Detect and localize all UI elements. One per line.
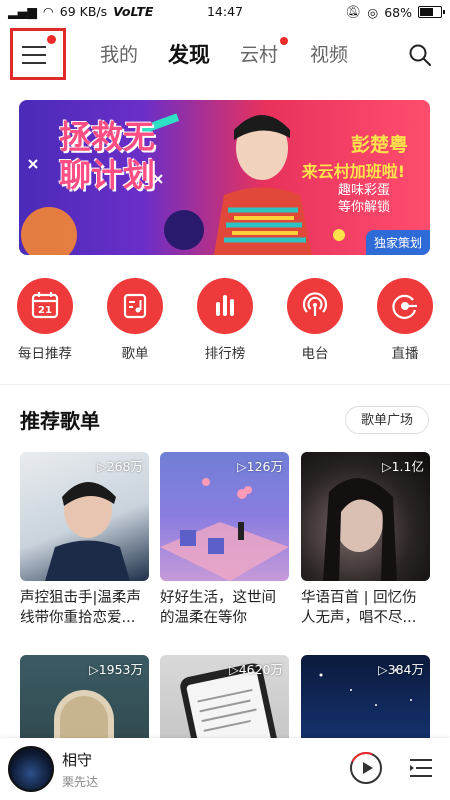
song-title: 相守 bbox=[62, 751, 93, 769]
battery-percent: 68% bbox=[384, 4, 412, 20]
alarm-icon: ◎ bbox=[367, 4, 379, 20]
playlist-cover: ▷268万 bbox=[20, 452, 149, 581]
banner-left-text: 拯救无聊计划 bbox=[59, 118, 156, 194]
banner-name: 彭楚粤 bbox=[350, 134, 408, 156]
menu-button[interactable] bbox=[10, 28, 66, 80]
banner-sub-line: 趣味彩蛋 bbox=[337, 183, 390, 198]
menu-icon-bar bbox=[22, 62, 46, 64]
play-count-value: 384万 bbox=[387, 662, 424, 677]
play-count: ▷1.1亿 bbox=[381, 459, 424, 474]
live-icon bbox=[392, 294, 417, 319]
album-art bbox=[8, 746, 54, 792]
banner-headline: 来云村加班啦! bbox=[301, 162, 405, 181]
quick-entries: 21 每日推荐 歌单 排行榜 电台 直播 bbox=[0, 278, 450, 368]
playlist-icon bbox=[123, 293, 147, 319]
radio-icon bbox=[302, 292, 328, 316]
bell-mute-icon: 🔕︎ bbox=[345, 4, 362, 19]
play-count: ▷1953万 bbox=[89, 662, 143, 677]
quick-daily-recommend[interactable]: 21 每日推荐 bbox=[10, 278, 80, 362]
mini-player[interactable]: 相守 栗先达 bbox=[0, 738, 450, 800]
banner-sub: 趣味彩蛋 等你解锁 bbox=[338, 182, 390, 216]
quick-circle bbox=[377, 278, 433, 334]
quick-live[interactable]: 直播 bbox=[370, 278, 440, 362]
play-count-value: 1953万 bbox=[98, 662, 143, 677]
banner-tag: 独家策划 bbox=[365, 230, 430, 255]
top-nav: 我的 发现 云村 视频 bbox=[0, 28, 450, 82]
tab-discover[interactable]: 发现 bbox=[168, 39, 210, 69]
playlist-title: 华语百首 | 回忆伤人无声，唱不尽... bbox=[301, 590, 417, 626]
play-count: ▷268万 bbox=[97, 459, 143, 474]
calendar-date: 21 bbox=[38, 305, 52, 316]
menu-icon-bar bbox=[22, 46, 46, 48]
tab-label: 云村 bbox=[240, 44, 279, 66]
quick-circle bbox=[107, 278, 163, 334]
play-count-value: 1.1亿 bbox=[391, 459, 424, 474]
play-count: ▷4620万 bbox=[229, 662, 283, 677]
battery-icon bbox=[418, 6, 445, 18]
artist-name: 栗先达 bbox=[62, 775, 99, 789]
notification-dot bbox=[280, 37, 289, 45]
playlist-card[interactable]: ▷126万 好好生活，这世间的温柔在等你 bbox=[160, 452, 289, 628]
play-count-value: 4620万 bbox=[238, 662, 283, 677]
playlist-card[interactable]: ▷1.1亿 华语百首 | 回忆伤人无声，唱不尽... bbox=[301, 452, 430, 628]
status-bar: ▂▄▆ ◠ 69 KB/s VoLTE 14:47 🔕︎ ◎ 68% bbox=[0, 0, 450, 24]
play-count-value: 126万 bbox=[246, 459, 283, 474]
play-count: ▷384万 bbox=[378, 662, 424, 677]
playlist-square-button[interactable]: 歌单广场 bbox=[345, 406, 429, 434]
search-icon[interactable] bbox=[408, 43, 432, 67]
playlist-card[interactable]: ▷268万 声控狙击手|温柔声线带你重拾恋爱... bbox=[20, 452, 149, 628]
playlist-title: 好好生活，这世间的温柔在等你 bbox=[160, 590, 276, 626]
quick-charts[interactable]: 排行榜 bbox=[190, 278, 260, 362]
quick-playlist[interactable]: 歌单 bbox=[100, 278, 170, 362]
quick-label: 每日推荐 bbox=[18, 346, 72, 362]
quick-circle bbox=[197, 278, 253, 334]
promo-banner[interactable]: 拯救无聊计划 彭楚粤 来云村加班啦! 趣味彩蛋 等你解锁 独家策划 bbox=[19, 100, 430, 255]
quick-label: 歌单 bbox=[121, 346, 149, 362]
status-right: 🔕︎ ◎ 68% bbox=[345, 4, 445, 20]
quick-radio[interactable]: 电台 bbox=[280, 278, 350, 362]
divider bbox=[0, 384, 450, 385]
quick-label: 电台 bbox=[301, 346, 329, 362]
tab-mine[interactable]: 我的 bbox=[100, 40, 138, 67]
tab-video[interactable]: 视频 bbox=[310, 40, 348, 67]
quick-circle: 21 bbox=[17, 278, 73, 334]
chart-bars-icon bbox=[216, 295, 234, 316]
menu-icon-bar bbox=[22, 54, 46, 56]
playlist-cover: ▷1.1亿 bbox=[301, 452, 430, 581]
notification-dot bbox=[47, 35, 56, 44]
banner-sub-line: 等你解锁 bbox=[337, 200, 390, 215]
quick-label: 直播 bbox=[391, 346, 419, 362]
progress-ring bbox=[345, 747, 387, 789]
tab-cloud-village[interactable]: 云村 bbox=[240, 37, 289, 67]
quick-label: 排行榜 bbox=[204, 346, 246, 362]
playlist-queue-icon[interactable] bbox=[408, 756, 434, 780]
playlist-title: 声控狙击手|温柔声线带你重拾恋爱... bbox=[20, 590, 141, 626]
section-title: 推荐歌单 bbox=[20, 409, 100, 433]
play-count-value: 268万 bbox=[106, 459, 143, 474]
playlist-cover: ▷126万 bbox=[160, 452, 289, 581]
calendar-icon: 21 bbox=[31, 292, 59, 319]
play-count: ▷126万 bbox=[237, 459, 283, 474]
quick-circle bbox=[287, 278, 343, 334]
